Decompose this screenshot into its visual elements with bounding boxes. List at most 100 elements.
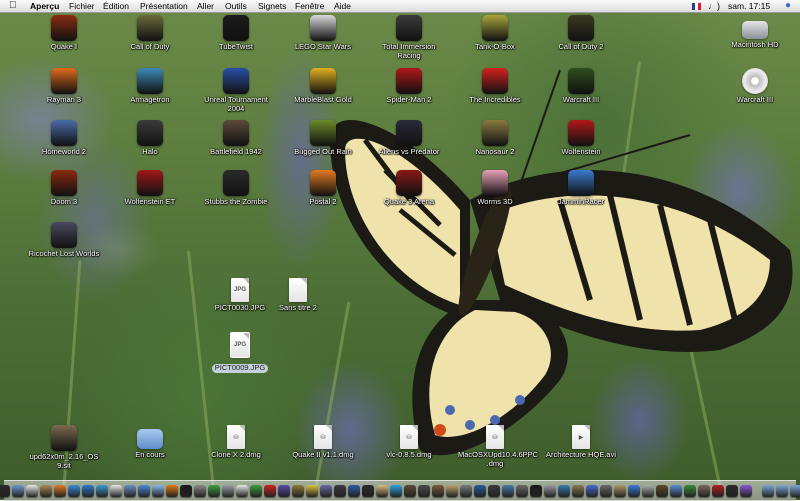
quake-3-icon[interactable]: [396, 170, 422, 196]
itunes-icon[interactable]: [152, 485, 164, 497]
photoshop-icon[interactable]: [348, 485, 360, 497]
skype-icon[interactable]: [390, 485, 402, 497]
desktop-icon[interactable]: Warcraft III: [544, 68, 618, 105]
menu-fenetre[interactable]: Fenêtre: [295, 0, 324, 12]
desktop-icon[interactable]: Spider-Man 2: [372, 68, 446, 105]
desktop-icon[interactable]: Tank-O-Box: [458, 15, 532, 52]
menu-clock[interactable]: sam. 17:15: [728, 0, 770, 12]
printer-icon[interactable]: [516, 485, 528, 497]
downloads-folder-icon[interactable]: [762, 485, 774, 497]
disk-image-icon[interactable]: ⛁: [400, 425, 418, 449]
font-book-icon[interactable]: [446, 485, 458, 497]
documents-folder-icon[interactable]: [776, 485, 788, 497]
menu-signets[interactable]: Signets: [258, 0, 286, 12]
mplayer-icon[interactable]: [362, 485, 374, 497]
grapher-icon[interactable]: [558, 485, 570, 497]
menu-outils[interactable]: Outils: [225, 0, 247, 12]
app-menu[interactable]: Aperçu: [30, 0, 59, 12]
spider-man-icon[interactable]: [396, 68, 422, 94]
menu-presentation[interactable]: Présentation: [140, 0, 188, 12]
wolfenstein-icon[interactable]: [568, 120, 594, 146]
jammin-racer-icon[interactable]: [568, 170, 594, 196]
marble-icon[interactable]: [310, 68, 336, 94]
console-icon[interactable]: [530, 485, 542, 497]
battlefield-icon[interactable]: [223, 120, 249, 146]
quicktime-icon[interactable]: [474, 485, 486, 497]
quake-icon[interactable]: [51, 15, 77, 41]
disk-image-icon[interactable]: ⛁: [314, 425, 332, 449]
idvd-icon[interactable]: [334, 485, 346, 497]
zombie-icon[interactable]: [223, 170, 249, 196]
desktop-icon[interactable]: Battlefield 1942: [199, 120, 273, 157]
desktop-icon[interactable]: Doom 3: [27, 170, 101, 207]
sherlock-icon[interactable]: [572, 485, 584, 497]
desktop-icon[interactable]: ⛁ MacOSXUpd10.4.6PPC .dmg: [458, 425, 538, 468]
stuffit-archive-icon[interactable]: [51, 425, 77, 451]
wolfenstein-et-icon[interactable]: [137, 170, 163, 196]
desktop-icon[interactable]: Stubbs the Zombie: [199, 170, 273, 207]
jpeg-document-icon[interactable]: JPG: [230, 332, 250, 358]
stuffit-icon[interactable]: [292, 485, 304, 497]
doom-icon[interactable]: [51, 170, 77, 196]
dictionary-icon[interactable]: [404, 485, 416, 497]
aliens-predator-icon[interactable]: [396, 120, 422, 146]
world-of-warcraft-icon[interactable]: [656, 485, 668, 497]
disk-utility-icon[interactable]: [222, 485, 234, 497]
textedit-icon[interactable]: [236, 485, 248, 497]
xcode-icon[interactable]: [586, 485, 598, 497]
volume-icon[interactable]: ♩): [708, 0, 720, 12]
nanosaur-icon[interactable]: [482, 120, 508, 146]
address-book-icon[interactable]: [40, 485, 52, 497]
desktop-icon[interactable]: LEGO Star Wars: [286, 15, 360, 52]
transmission-icon[interactable]: [264, 485, 276, 497]
gimp-icon[interactable]: [698, 485, 710, 497]
disk-image-icon[interactable]: ⛁: [227, 425, 245, 449]
call-of-duty-icon[interactable]: [137, 15, 163, 41]
menu-fichier[interactable]: Fichier: [69, 0, 95, 12]
desktop-icon[interactable]: Homeworld 2: [27, 120, 101, 157]
rayman-icon[interactable]: [51, 68, 77, 94]
homeworld-icon[interactable]: [51, 120, 77, 146]
unreal-tournament-icon[interactable]: [223, 68, 249, 94]
desktop-icon[interactable]: Unreal Tournament 2004: [199, 68, 273, 113]
front-row-icon[interactable]: [726, 485, 738, 497]
imovie-icon[interactable]: [320, 485, 332, 497]
warcraft-icon[interactable]: [568, 68, 594, 94]
airport-icon[interactable]: [642, 485, 654, 497]
desktop-icon[interactable]: ▶ Architecture HQE.avi: [544, 425, 618, 460]
camino-icon[interactable]: [278, 485, 290, 497]
desktop-icon[interactable]: Macintosh HD: [718, 15, 792, 50]
automator-icon[interactable]: [544, 485, 556, 497]
spotlight-icon[interactable]: ●: [785, 0, 791, 12]
ricochet-icon[interactable]: [51, 222, 77, 248]
desktop-icon[interactable]: JamminRacer: [544, 170, 618, 207]
menu-aide[interactable]: Aide: [334, 0, 351, 12]
desktop-icon[interactable]: Ricochet Lost Worlds: [27, 222, 101, 259]
vlc-icon[interactable]: [166, 485, 178, 497]
worms-icon[interactable]: [482, 170, 508, 196]
desktop-icon[interactable]: ⛁ Quake II v1.1.dmg: [286, 425, 360, 460]
ical-icon[interactable]: [26, 485, 38, 497]
desktop-icon[interactable]: Halo: [113, 120, 187, 157]
desktop-icon[interactable]: JPG PICT0009.JPG: [203, 332, 277, 375]
warcraft-disc-icon[interactable]: [742, 68, 768, 94]
tubetwist-icon[interactable]: [223, 15, 249, 41]
desktop-icon[interactable]: MarbleBlast Gold: [286, 68, 360, 105]
disk-image-icon[interactable]: ⛁: [486, 425, 504, 449]
safari-icon[interactable]: [68, 485, 80, 497]
jpeg-document-icon[interactable]: JPG: [231, 278, 249, 302]
bugged-out-icon[interactable]: [310, 120, 336, 146]
desktop-icon[interactable]: En cours: [113, 425, 187, 460]
garageband-icon[interactable]: [306, 485, 318, 497]
desktop-icon[interactable]: Postal 2: [286, 170, 360, 207]
desktop-icon[interactable]: Aliens vs Predator: [372, 120, 446, 157]
network-icon[interactable]: [502, 485, 514, 497]
halo-icon[interactable]: [137, 120, 163, 146]
calculator-icon[interactable]: [418, 485, 430, 497]
tank-icon[interactable]: [482, 15, 508, 41]
keychain-icon[interactable]: [614, 485, 626, 497]
folder-icon[interactable]: [137, 429, 163, 449]
menu-edition[interactable]: Édition: [103, 0, 129, 12]
desktop-icon[interactable]: Total Immersion Racing: [372, 15, 446, 60]
desktop-icon[interactable]: Call of Duty 2: [544, 15, 618, 52]
